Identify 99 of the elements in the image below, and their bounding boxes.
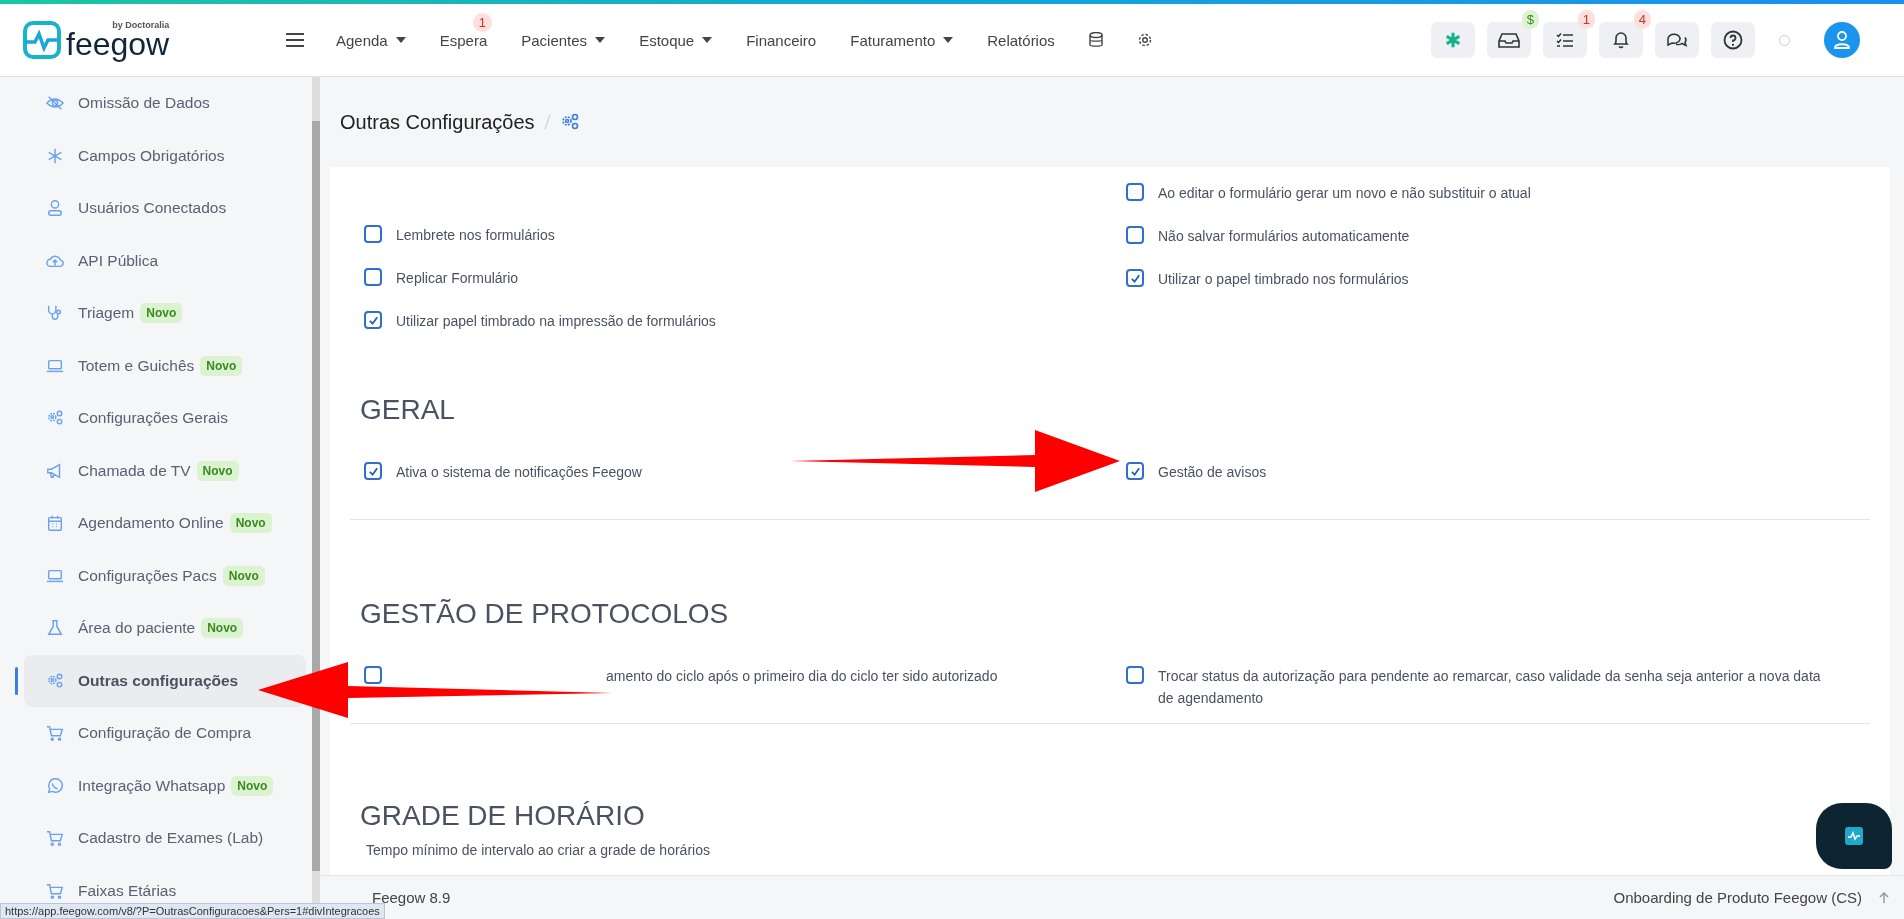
section-heading: GERAL [360,394,456,426]
checkbox[interactable] [364,666,382,684]
check-icon [1129,465,1141,477]
new-badge: Novo [231,775,274,796]
new-badge: Novo [200,355,243,376]
new-badge: Novo [229,513,272,534]
new-badge: Novo [140,303,183,324]
settings-icon[interactable] [1136,32,1153,48]
checkbox[interactable] [364,268,382,286]
asterisk-icon [46,146,64,165]
check-icon [367,314,379,326]
checkbox[interactable] [1126,462,1144,480]
new-badge: Novo [201,618,244,639]
calendar-icon [46,514,64,533]
bell-button[interactable] [1599,22,1643,58]
sidebar-item[interactable]: Usuários Conectados [24,182,312,235]
checkbox[interactable] [1126,183,1144,201]
nav-menu-item[interactable]: Agenda [336,31,406,49]
feegow-logo[interactable]: by Doctoralia feegow [22,20,212,60]
sidebar-item[interactable]: Triagem Novo [24,287,312,340]
sidebar-item[interactable]: Agendamento Online Novo [24,497,312,550]
sidebar-item[interactable]: Configurações Pacs Novo [24,549,312,602]
page-title: Outras Configurações [340,110,535,134]
checkbox-label: Ativa o sistema de notificações Feegow [396,463,642,482]
checkbox-label: Lembrete nos formulários [396,226,555,245]
nav-menu-item[interactable]: Espera [439,31,488,49]
bell-icon [1613,31,1629,49]
section-heading: GRADE DE HORÁRIO [360,800,646,832]
stethoscope-icon [46,304,64,323]
chat-icon [1666,32,1688,48]
eye-off-icon [46,94,64,113]
check-icon [367,465,379,477]
gears-icon [559,112,580,132]
nav-menu-item[interactable]: Estoque [639,31,713,49]
nav-menu-item[interactable]: Relatórios [987,31,1055,49]
help-button[interactable] [1711,22,1755,58]
sidebar-item[interactable]: Chamada de TV Novo [24,444,312,497]
widget-icon [1844,826,1864,846]
sidebar-item[interactable]: Totem e Guichês Novo [24,339,312,392]
sidebar-item[interactable]: Área do paciente Novo [24,602,312,655]
gears-icon [46,409,64,428]
checkbox-label: Replicar Formulário [396,269,519,288]
count-badge: 1 [1577,10,1595,29]
checklist-icon [1556,32,1574,48]
database-icon[interactable] [1088,32,1103,48]
flask-icon [46,619,64,638]
checkbox-label: Não salvar formulários automaticamente [1158,227,1410,246]
count-badge: $ [1521,10,1539,29]
checkbox[interactable] [364,311,382,329]
inbox-icon [1498,32,1520,48]
checkbox[interactable] [1126,666,1144,684]
nav-menu-item[interactable]: Pacientes [521,31,606,49]
nav-menu-item[interactable]: Financeiro [746,31,817,49]
check-icon [1129,272,1141,284]
checkbox-label: Trocar status da autorização para pendente ao remarcar, caso validade da senha seja anterior a nova data de agendamento [1158,667,1822,708]
cart-icon [46,881,64,900]
checkbox-label: Gestão de avisos [1158,463,1267,482]
checkbox-label: Utilizar papel timbrado na impressão de formulários [396,312,716,331]
sidebar-item[interactable]: API Pública [24,234,312,287]
menu-icon[interactable] [286,33,304,47]
section-heading: GESTÃO DE PROTOCOLOS [360,598,730,630]
checkbox[interactable] [364,462,382,480]
footer-link[interactable]: Onboarding de Produto Feegow (CS) [1613,889,1862,906]
checkbox-label: Ao editar o formulário gerar um novo e não substituir o atual [1158,184,1531,203]
new-badge: Novo [196,460,239,481]
brand-button[interactable] [1431,22,1475,58]
sidebar-item[interactable]: Campos Obrigatórios [24,129,312,182]
cart-icon [46,829,64,848]
star-icon [1444,31,1462,49]
checkbox[interactable] [1126,226,1144,244]
tasks-button[interactable] [1543,22,1587,58]
checkbox-label: Utilizar o papel timbrado nos formulários [1158,270,1409,289]
sidebar-item[interactable]: Cadastro de Exames (Lab) [24,812,312,865]
chat-widget-button[interactable] [1816,803,1892,869]
user-avatar[interactable] [1824,22,1860,58]
whatsapp-icon [46,776,64,795]
arrow-up-icon[interactable] [1878,891,1890,904]
nav-menu-item[interactable]: Faturamento [850,31,954,49]
count-badge: 4 [1633,10,1651,29]
sidebar-item[interactable]: Omissão de Dados [24,77,312,130]
user-icon [46,199,64,218]
user-icon [1832,30,1852,50]
checkbox[interactable] [364,225,382,243]
chat-button[interactable] [1655,22,1699,58]
count-badge: 1 [472,12,492,32]
sidebar-item[interactable]: Configuração de Compra [24,707,312,760]
gears-icon [46,671,64,690]
sidebar-item[interactable]: Integração Whatsapp Novo [24,759,312,812]
version-text: Feegow 8.9 [372,889,451,906]
logo-icon [22,20,62,60]
checkbox[interactable] [1126,269,1144,287]
logo-byline: by Doctoralia [112,20,170,30]
help-icon [1723,30,1743,50]
cart-icon [46,724,64,743]
sidebar-item[interactable]: Configurações Gerais [24,392,312,445]
new-badge: Novo [222,565,265,586]
field-label: Tempo mínimo de intervalo ao criar a grade de horários [366,842,711,858]
status-url-tooltip: https://app.feegow.com/v8/?P=OutrasConfiguracoes&Pers=1#divIntegracoes [0,903,385,919]
checkbox-label: amento do ciclo após o primeiro dia do ciclo ter sido autorizado [605,667,998,686]
